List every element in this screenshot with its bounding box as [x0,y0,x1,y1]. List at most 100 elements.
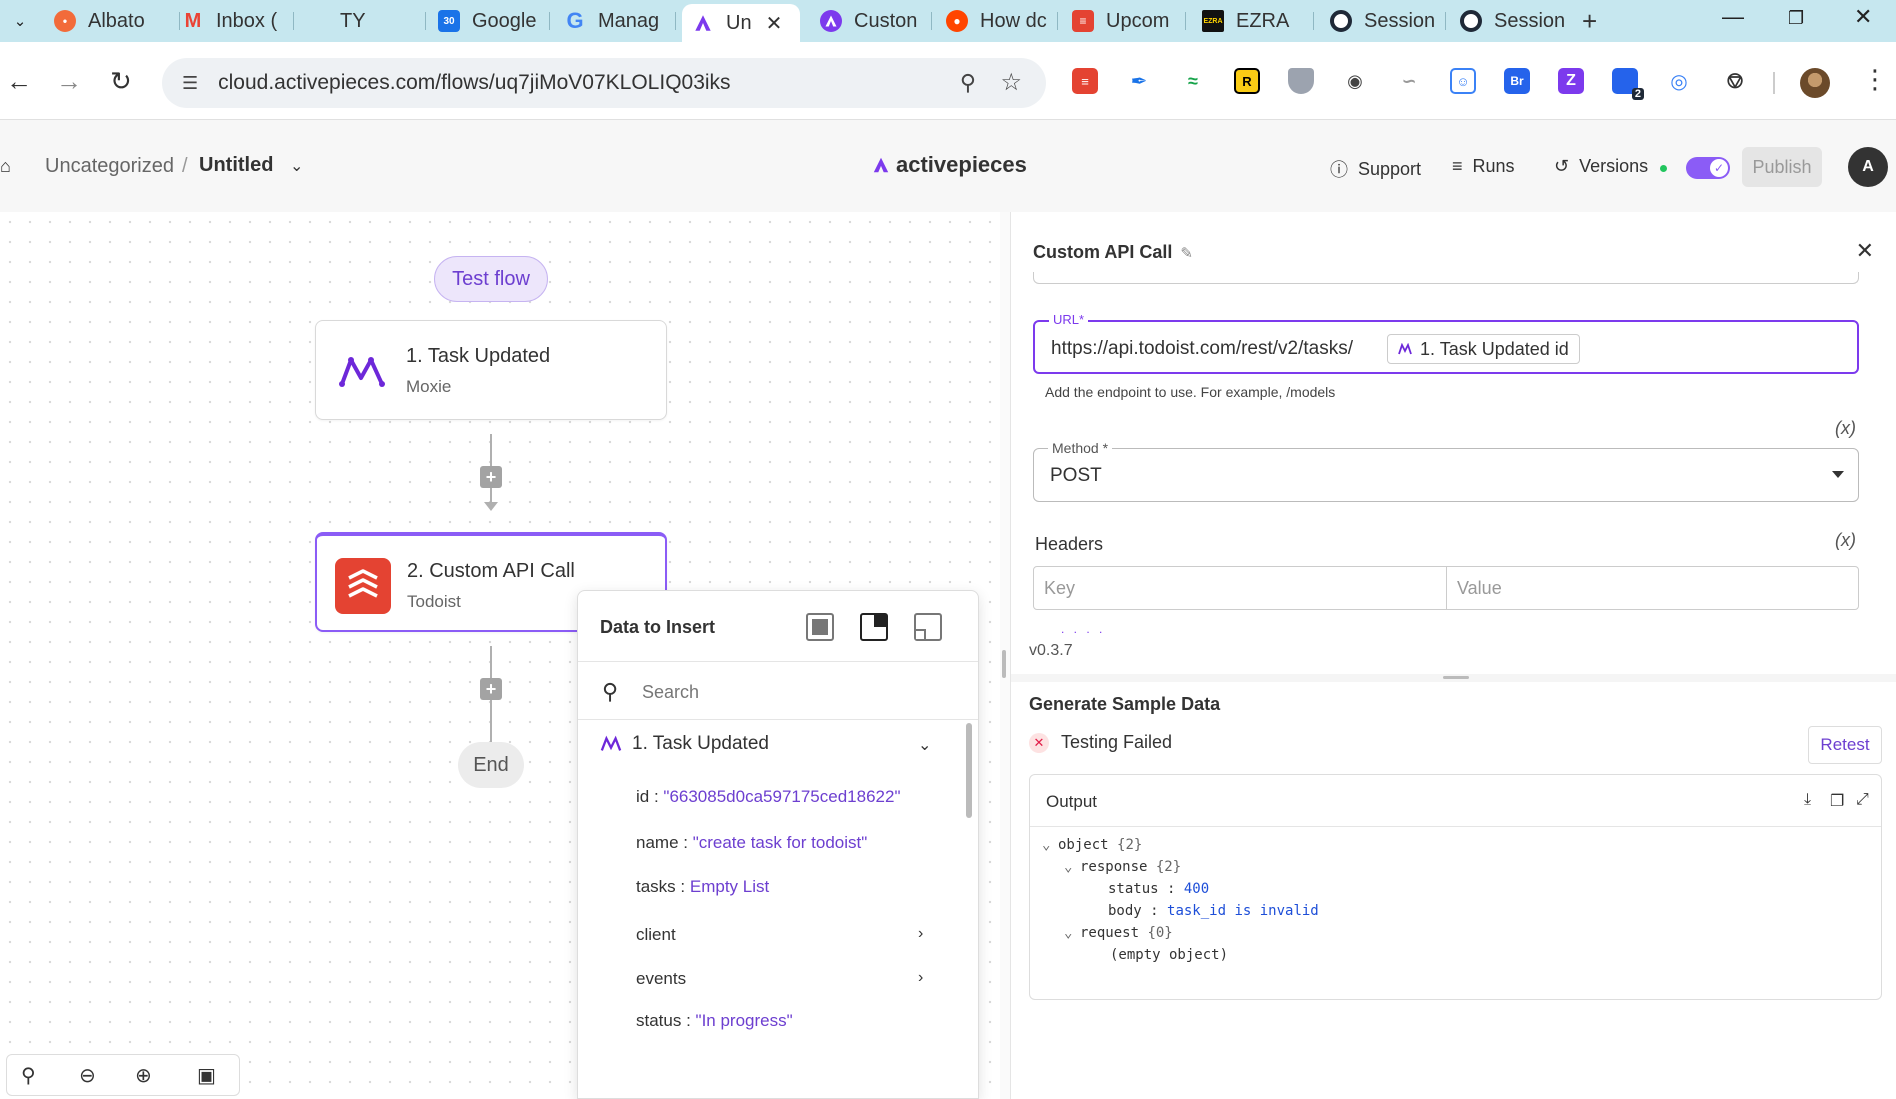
todoist-extension-icon[interactable]: ≡ [1072,68,1098,94]
face-extension-icon[interactable]: ☺ [1450,68,1476,94]
profile-avatar[interactable] [1800,68,1830,98]
browser-tab[interactable]: EZRA EZRA [1192,4,1314,38]
browser-tab[interactable]: TY [296,4,426,38]
tree-node-body[interactable]: body : task_id is invalid [1108,903,1319,919]
zoom-fit-icon[interactable]: ⚲ [21,1063,36,1088]
browser-tab[interactable]: G Manag [554,4,676,38]
header-value-input[interactable]: Value [1447,567,1859,609]
extensions-puzzle-icon[interactable]: ⎊ [1722,68,1748,94]
headers-dynamic-toggle[interactable]: (x) [1835,530,1856,551]
tree-node-status[interactable]: status : 400 [1108,881,1209,897]
versions-button[interactable]: ↺ Versions [1554,156,1648,177]
zoom-magnifier-icon[interactable]: ⚲ [960,70,976,96]
flow-name[interactable]: Untitled [199,154,273,177]
edit-pencil-icon[interactable]: ✎ [1180,244,1193,262]
minimize-window-icon[interactable]: — [1722,4,1744,30]
lens-extension-icon[interactable]: ◉ [1342,68,1368,94]
forward-arrow-icon[interactable]: → [56,66,82,97]
reload-icon[interactable]: ↻ [110,66,132,97]
browser-tab[interactable]: ● How dc [936,4,1058,38]
runs-button[interactable]: ≡ Runs [1452,156,1515,177]
dock-corner-icon[interactable] [860,613,888,641]
chevron-down-icon[interactable]: ⌄ [1042,837,1058,853]
split-grip[interactable] [1443,676,1469,679]
bookmark-star-icon[interactable]: ☆ [1000,68,1022,97]
data-field-id[interactable]: id : "663085d0ca597175ced18622" [636,787,900,807]
popup-scrollbar[interactable] [966,723,972,818]
close-tab-icon[interactable]: ✕ [766,11,783,36]
chevron-down-icon[interactable]: ⌄ [1064,925,1080,941]
quill-extension-icon[interactable]: ✒ [1126,68,1152,94]
support-button[interactable]: ⓘ Support [1330,156,1421,182]
site-settings-icon[interactable]: ☰ [182,73,198,94]
browser-tab[interactable]: Session [1450,4,1572,38]
badge-extension-icon[interactable]: 2 [1612,68,1644,100]
user-avatar[interactable]: A [1848,147,1888,187]
chevron-down-icon[interactable]: ⌄ [1064,859,1080,875]
panel-title: Custom API Call ✎ [1033,242,1193,262]
browser-tab[interactable]: M Inbox ( [172,4,294,38]
data-field-name[interactable]: name : "create task for todoist" [636,833,867,853]
tree-node-object[interactable]: ⌄ object {2} [1042,837,1142,853]
header-key-input[interactable]: Key [1034,567,1446,609]
dock-bottom-icon[interactable] [914,613,942,641]
step-subtitle: Todoist [407,592,461,611]
data-field-tasks[interactable]: tasks : Empty List [636,877,769,897]
restore-window-icon[interactable]: ❐ [1788,8,1804,29]
browser-tab[interactable]: ≡ Upcom [1062,4,1186,38]
test-flow-button[interactable]: Test flow [434,256,548,302]
moxie-icon [334,343,390,399]
step-task-updated[interactable]: 1. Task Updated Moxie [315,320,667,420]
browser-tab[interactable]: Custon [810,4,932,38]
data-field-client[interactable]: client [636,925,676,945]
tree-node-response[interactable]: ⌄ response {2} [1064,859,1181,875]
browser-tab[interactable]: • Albato [44,4,180,38]
tree-node-request[interactable]: ⌄ request {0} [1064,925,1173,941]
br-extension-icon[interactable]: Br [1504,68,1530,94]
zoom-out-icon[interactable]: ⊖ [79,1063,96,1088]
zoom-in-icon[interactable]: ⊕ [135,1063,152,1088]
browser-tab[interactable]: 30 Google [428,4,550,38]
shield-extension-icon[interactable] [1288,68,1314,94]
method-select[interactable]: Method * POST [1033,440,1859,502]
browser-menu-icon[interactable]: ⋮ [1862,64,1888,95]
url-variable-chip[interactable]: 1. Task Updated id [1387,334,1580,364]
tab-search-chevron-icon[interactable]: ⌄ [0,0,40,42]
url-input[interactable]: URL* https://api.todoist.com/rest/v2/tas… [1033,312,1859,374]
browser-tab-active[interactable]: Un ✕ [682,4,800,42]
address-bar[interactable]: ☰ cloud.activepieces.com/flows/uq7jiMoV0… [162,58,1046,108]
dock-full-icon[interactable] [806,613,834,641]
panel-resize-grip[interactable] [1002,650,1006,678]
data-search-input[interactable] [642,677,942,707]
new-tab-plus-icon[interactable]: + [1582,6,1597,37]
add-step-plus-icon[interactable]: + [480,466,502,488]
add-step-plus-icon[interactable]: + [480,678,502,700]
z-extension-icon[interactable]: Z [1558,68,1584,94]
flow-enable-toggle[interactable]: ✓ [1686,157,1730,179]
data-field-events[interactable]: events [636,969,686,989]
bird-extension-icon[interactable]: ∽ [1396,68,1422,94]
wave-extension-icon[interactable]: ≈ [1180,68,1206,94]
data-field-status[interactable]: status : "In progress" [636,1011,793,1031]
back-arrow-icon[interactable]: ← [6,66,32,97]
r-extension-icon[interactable]: R [1234,68,1260,94]
home-icon[interactable]: ⌂ [0,156,11,177]
chevron-down-icon[interactable]: ⌄ [290,156,303,176]
data-group-task-updated[interactable]: 1. Task Updated [600,733,769,755]
chevron-right-icon[interactable]: › [918,969,923,987]
recenter-icon[interactable]: ▣ [197,1063,216,1088]
chevron-down-icon[interactable]: ⌄ [918,735,931,755]
expand-icon[interactable]: ⤢ [1856,791,1869,809]
method-dynamic-toggle[interactable]: (x) [1835,418,1856,439]
publish-button[interactable]: Publish [1742,147,1822,187]
retest-button[interactable]: Retest [1808,726,1882,764]
breadcrumb-folder[interactable]: Uncategorized [45,155,174,178]
close-panel-icon[interactable]: ✕ [1856,238,1874,264]
close-window-icon[interactable]: ✕ [1854,4,1872,30]
download-icon[interactable]: ⤓ [1804,791,1811,809]
panel-split-handle[interactable] [1011,674,1896,682]
copy-icon[interactable]: ❐ [1830,791,1844,811]
browser-tab[interactable]: Session [1320,4,1446,38]
chevron-right-icon[interactable]: › [918,925,923,943]
audio-extension-icon[interactable]: ◎ [1666,68,1692,94]
